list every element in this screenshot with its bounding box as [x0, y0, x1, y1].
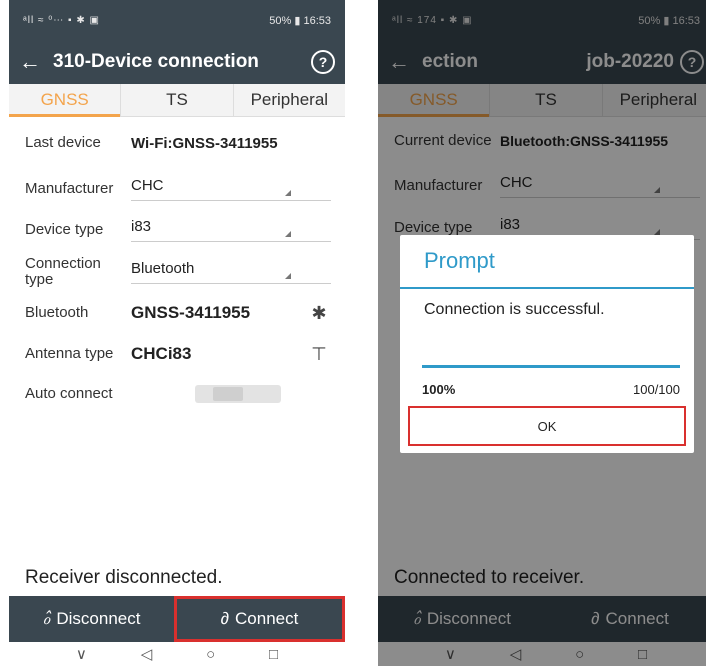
right-phone-screen: ᵃll ≈ 174 ▪ ✱ ▣ 50% ▮ 16:53 ← ection job…: [378, 0, 706, 666]
antenna-type-label: Antenna type: [25, 345, 114, 362]
last-device-value: Wi-Fi:GNSS-3411955: [131, 134, 278, 152]
row-connection-type: Connection type Bluetooth: [9, 250, 345, 294]
ok-button[interactable]: OK: [408, 406, 686, 446]
app-bar: ← 310-Device connection ?: [9, 40, 345, 84]
connect-label: Connect: [235, 609, 299, 628]
dialog-message: Connection is successful.: [424, 301, 605, 318]
nav-recent-icon[interactable]: □: [269, 646, 278, 663]
row-antenna-type: Antenna type CHCi83 ⊤: [9, 332, 345, 376]
prompt-dialog: Prompt Connection is successful. 100% 10…: [400, 235, 694, 453]
disconnect-label: Disconnect: [56, 609, 141, 628]
row-last-device: Last device Wi-Fi:GNSS-3411955: [9, 118, 345, 168]
connection-type-label: Connection type: [25, 255, 101, 288]
bluetooth-icon[interactable]: ✱: [307, 303, 331, 324]
row-manufacturer: Manufacturer CHC: [9, 168, 345, 210]
device-type-label: Device type: [25, 221, 104, 238]
link-icon: ∂: [220, 609, 230, 628]
left-phone-screen: ᵃll ≈ ⁰⋯ ▪ ✱ ▣ 50% ▮ 16:53 ← 310-Device …: [9, 0, 345, 666]
nav-down-icon[interactable]: ∨: [76, 645, 87, 663]
nav-back-icon[interactable]: ◁: [141, 645, 153, 663]
toggle-knob: [213, 387, 243, 401]
tab-peripheral[interactable]: Peripheral: [232, 84, 345, 116]
status-bar: ᵃll ≈ ⁰⋯ ▪ ✱ ▣ 50% ▮ 16:53: [9, 0, 345, 40]
connection-type-dropdown[interactable]: Bluetooth: [131, 260, 331, 284]
auto-connect-toggle[interactable]: [195, 385, 281, 403]
battery-time: 50% ▮ 16:53: [269, 14, 331, 27]
unlink-icon: ℴ̂: [42, 609, 51, 628]
manufacturer-dropdown[interactable]: CHC: [131, 177, 331, 201]
tab-bar: GNSS TS Peripheral: [9, 84, 345, 117]
dialog-title: Prompt: [400, 235, 694, 289]
bottom-action-bar: ℴ̂ Disconnect ∂ Connect: [9, 596, 345, 642]
row-bluetooth: Bluetooth GNSS-3411955 ✱: [9, 294, 345, 332]
page-title: 310-Device connection: [53, 51, 259, 72]
antenna-type-value: CHCi83: [131, 344, 192, 363]
antenna-icon[interactable]: ⊤: [307, 344, 331, 365]
tab-ts[interactable]: TS: [120, 84, 232, 116]
row-device-type: Device type i83: [9, 210, 345, 250]
nav-home-icon[interactable]: ○: [206, 646, 215, 663]
progress-percent: 100%: [422, 382, 456, 397]
connection-status-text: Receiver disconnected.: [25, 567, 223, 588]
last-device-label: Last device: [25, 134, 101, 151]
signal-indicators: ᵃll ≈ ⁰⋯ ▪ ✱ ▣: [23, 14, 100, 26]
connect-button[interactable]: ∂ Connect: [174, 596, 345, 642]
help-icon[interactable]: ?: [311, 50, 335, 74]
auto-connect-label: Auto connect: [25, 385, 113, 402]
row-auto-connect: Auto connect: [9, 376, 345, 412]
manufacturer-label: Manufacturer: [25, 180, 114, 197]
clock: 16:53: [303, 14, 331, 27]
disconnect-button[interactable]: ℴ̂ Disconnect: [9, 596, 174, 642]
bluetooth-label: Bluetooth: [25, 304, 89, 321]
progress-count: 100/100: [633, 382, 680, 397]
back-arrow-icon[interactable]: ←: [19, 49, 53, 75]
progress-bar: [422, 365, 680, 368]
system-nav-bar: ∨ ◁ ○ □: [9, 642, 345, 666]
device-type-dropdown[interactable]: i83: [131, 218, 331, 242]
device-form: Last device Wi-Fi:GNSS-3411955 Manufactu…: [9, 118, 345, 412]
bluetooth-device-value: GNSS-3411955: [131, 303, 251, 322]
tab-gnss[interactable]: GNSS: [9, 84, 121, 117]
battery-level: 50%: [269, 14, 292, 27]
